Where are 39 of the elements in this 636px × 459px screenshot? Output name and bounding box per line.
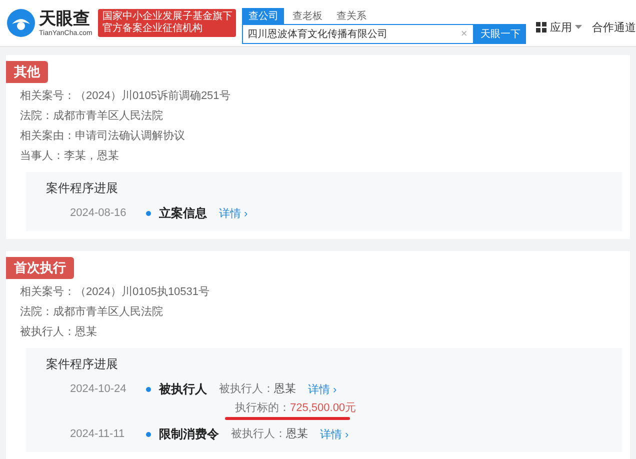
case-field: 法院：成都市青羊区人民法院 — [20, 109, 230, 124]
logo-name: 天眼查 — [39, 8, 91, 28]
caret-icon — [575, 25, 582, 29]
promo-badge: 国家中小企业发展子基金旗下 官方备案企业征信机构 — [98, 9, 236, 37]
grid-icon — [536, 22, 547, 32]
apps-menu[interactable]: 应用 — [536, 20, 582, 34]
entry-title: 限制消费令 — [159, 426, 219, 442]
case-field: 被执行人：恩某 — [20, 325, 210, 340]
entry-title: 被执行人 — [159, 381, 207, 397]
progress-title: 案件程序进展 — [46, 356, 119, 373]
case-field: 相关案由：申请司法确认调解协议 — [20, 129, 230, 144]
entry-date: 2024-10-24 — [70, 382, 128, 397]
entry-detail: 被执行人：恩某 — [219, 382, 296, 396]
search-tab[interactable]: 查公司 — [242, 8, 284, 24]
entry-detail: 执行标的：725,500.00元 — [235, 401, 356, 415]
case-field: 相关案号：（2024）川0105诉前调确251号 — [20, 89, 230, 104]
case-field: 当事人：李某，恩某 — [20, 149, 230, 164]
search-tab[interactable]: 查关系 — [330, 8, 372, 24]
details-link[interactable]: 详情 › — [219, 206, 248, 220]
case-field: 相关案号：（2024）川0105执10531号 — [20, 285, 210, 300]
search-field[interactable]: 四川恩波体育文化传播有限公司 × — [242, 24, 474, 44]
entry-detail: 被执行人：恩某 — [231, 427, 308, 441]
timeline-dot — [146, 432, 151, 437]
details-link[interactable]: 详情 › — [308, 382, 337, 396]
search-tab[interactable]: 查老板 — [286, 8, 328, 24]
entry-title: 立案信息 — [159, 205, 207, 221]
entry-date: 2024-08-16 — [70, 206, 128, 221]
section-tag: 首次执行 — [6, 257, 74, 279]
timeline-dot — [146, 387, 151, 392]
search-button[interactable]: 天眼一下 — [474, 24, 526, 44]
nav-link[interactable]: 合作通道 — [592, 20, 636, 34]
timeline-dot — [146, 211, 151, 216]
section-tag: 其他 — [6, 61, 48, 83]
progress-title: 案件程序进展 — [46, 180, 119, 197]
clear-button[interactable]: × — [454, 28, 474, 40]
eye-logo-icon — [6, 8, 36, 38]
details-link[interactable]: 详情 › — [320, 426, 349, 442]
entry-date: 2024-11-11 — [70, 427, 126, 442]
case-field: 法院：成都市青羊区人民法院 — [20, 305, 210, 320]
